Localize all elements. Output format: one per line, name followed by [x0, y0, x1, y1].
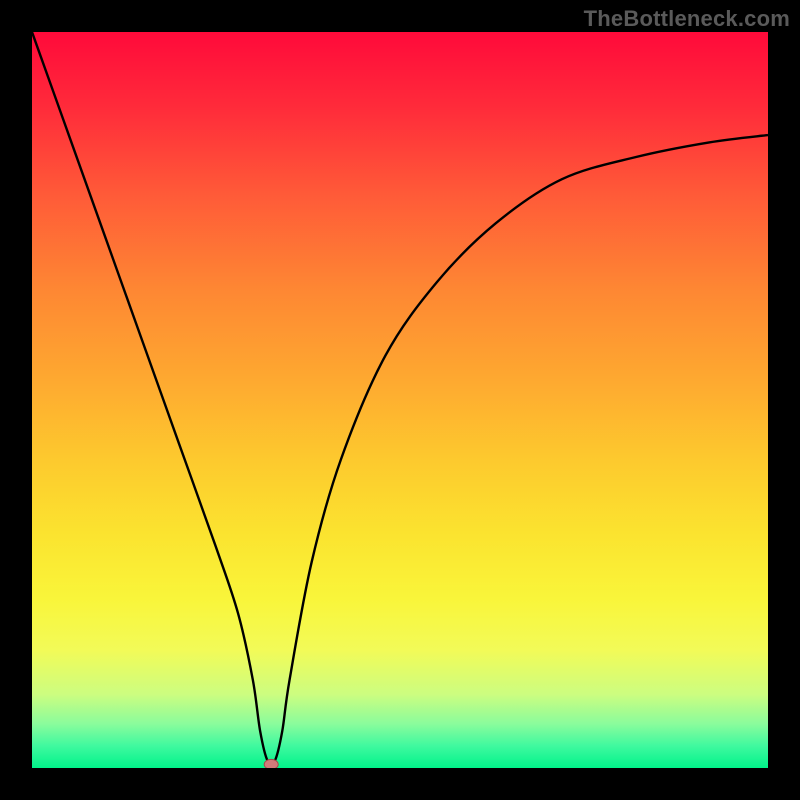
plot-area — [32, 32, 768, 768]
bottleneck-curve — [32, 32, 768, 768]
chart-container: TheBottleneck.com — [0, 0, 800, 800]
marker-dot — [264, 759, 278, 768]
watermark-text: TheBottleneck.com — [584, 6, 790, 32]
curve-path — [32, 32, 768, 764]
